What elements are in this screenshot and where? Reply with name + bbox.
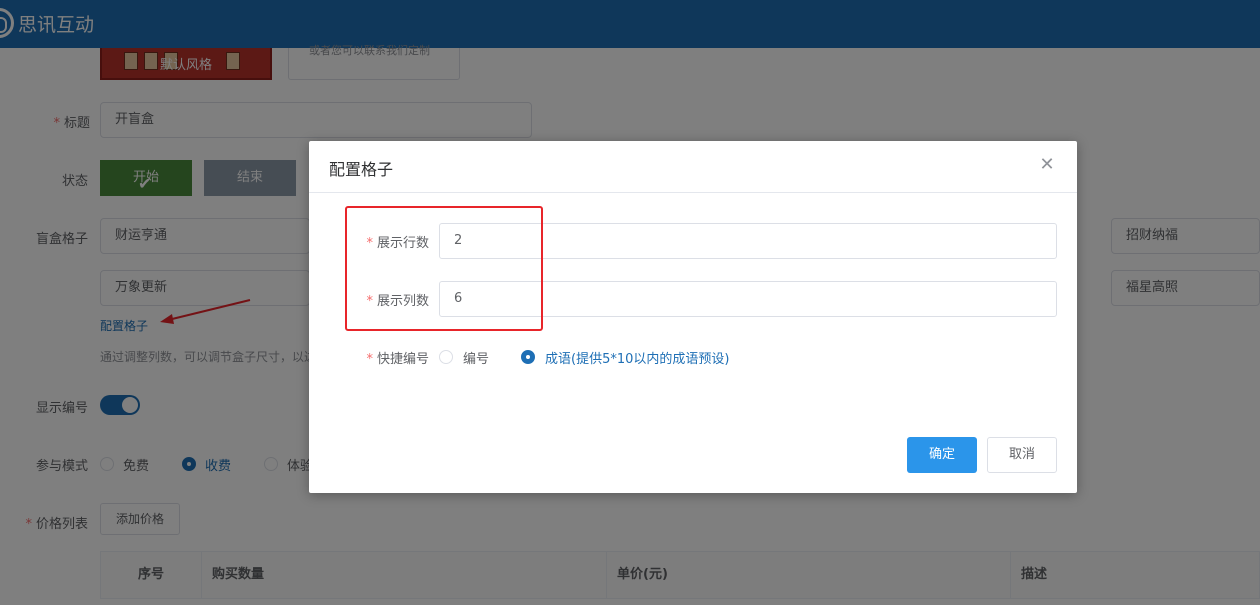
numbering-number-radio[interactable] [439, 350, 453, 364]
confirm-button[interactable]: 确定 [907, 437, 977, 473]
numbering-idiom-radio[interactable] [521, 350, 535, 364]
config-grid-dialog: 配置格子 ✕ * 展示行数 2 * 展示列数 6 * 快捷编号 编号 成语(提供5*1… [309, 141, 1077, 493]
dialog-title: 配置格子 [329, 160, 394, 179]
dialog-header: 配置格子 ✕ [309, 141, 1077, 193]
rows-label: * 展示行数 [366, 236, 429, 251]
close-icon[interactable]: ✕ [1037, 155, 1057, 175]
rows-input[interactable]: 2 [439, 223, 1057, 259]
numbering-label: * 快捷编号 [366, 352, 429, 367]
cancel-button[interactable]: 取消 [987, 437, 1057, 473]
cols-label: * 展示列数 [366, 294, 429, 309]
cols-input[interactable]: 6 [439, 281, 1057, 317]
numbering-idiom-label: 成语(提供5*10以内的成语预设) [545, 352, 730, 367]
numbering-number-label: 编号 [463, 352, 490, 367]
